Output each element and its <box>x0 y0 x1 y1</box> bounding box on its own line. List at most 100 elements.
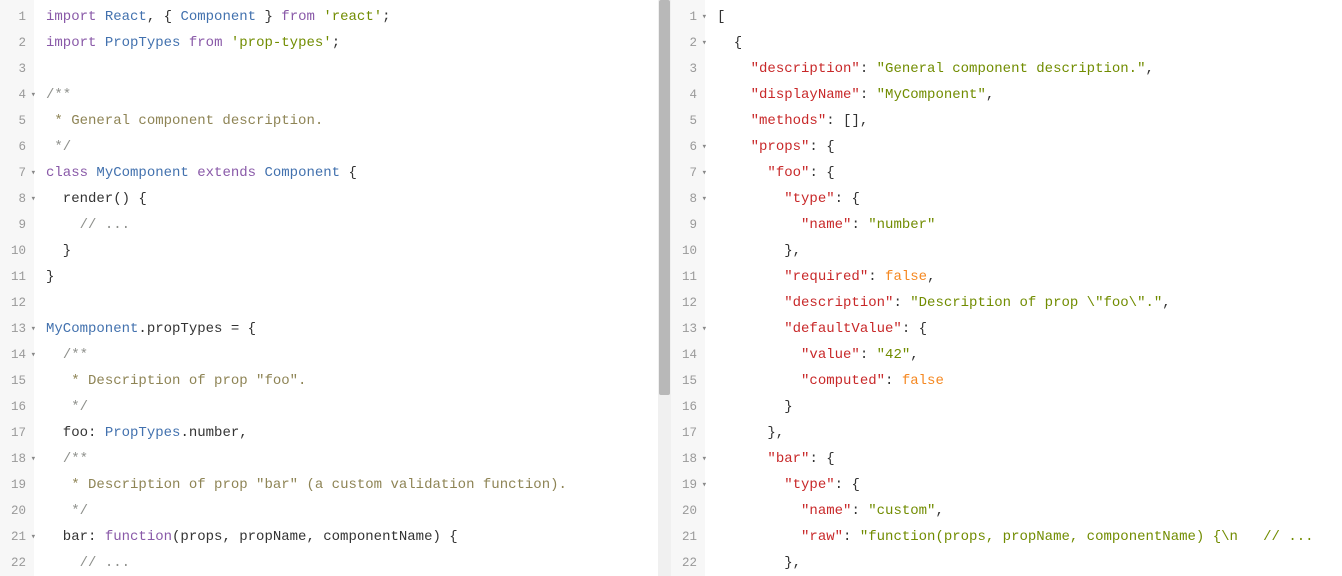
fold-arrow-icon[interactable]: ▾ <box>31 446 36 472</box>
fold-arrow-icon[interactable]: ▾ <box>702 134 707 160</box>
scrollbar-thumb-left[interactable] <box>659 0 670 395</box>
gutter-left: 1234▾567▾8▾910111213▾14▾15161718▾192021▾… <box>0 0 34 576</box>
fold-arrow-icon[interactable]: ▾ <box>702 186 707 212</box>
code-line[interactable]: "name": "number" <box>717 212 1342 238</box>
code-line[interactable]: "value": "42", <box>717 342 1342 368</box>
code-line[interactable]: // ... <box>46 550 658 576</box>
fold-arrow-icon[interactable]: ▾ <box>702 472 707 498</box>
fold-arrow-icon[interactable]: ▾ <box>31 316 36 342</box>
code-line[interactable]: /** <box>46 446 658 472</box>
line-number: 22 <box>4 550 26 576</box>
code-line[interactable]: * General component description. <box>46 108 658 134</box>
line-number: 10 <box>4 238 26 264</box>
code-line[interactable]: bar: function(props, propName, component… <box>46 524 658 550</box>
editor-pane-left: 1234▾567▾8▾910111213▾14▾15161718▾192021▾… <box>0 0 671 576</box>
line-number: 14 <box>675 342 697 368</box>
code-line[interactable]: "name": "custom", <box>717 498 1342 524</box>
line-number: 5 <box>675 108 697 134</box>
line-number: 11 <box>4 264 26 290</box>
scrollbar-left[interactable] <box>658 0 671 576</box>
line-number: 15 <box>675 368 697 394</box>
line-number: 17 <box>675 420 697 446</box>
line-number: 18▾ <box>4 446 26 472</box>
code-line[interactable]: "raw": "function(props, propName, compon… <box>717 524 1342 550</box>
code-line[interactable]: * Description of prop "foo". <box>46 368 658 394</box>
code-line[interactable]: MyComponent.propTypes = { <box>46 316 658 342</box>
code-line[interactable]: } <box>46 238 658 264</box>
line-number: 1 <box>4 4 26 30</box>
line-number: 10 <box>675 238 697 264</box>
line-number: 22 <box>675 550 697 576</box>
code-line[interactable]: { <box>717 30 1342 56</box>
fold-arrow-icon[interactable]: ▾ <box>31 186 36 212</box>
code-line[interactable]: "required": false, <box>717 264 1342 290</box>
line-number: 12 <box>675 290 697 316</box>
line-number: 18▾ <box>675 446 697 472</box>
line-number: 13▾ <box>4 316 26 342</box>
code-line[interactable]: */ <box>46 134 658 160</box>
code-line[interactable]: "type": { <box>717 472 1342 498</box>
code-right[interactable]: [ { "description": "General component de… <box>705 0 1342 576</box>
code-line[interactable]: "displayName": "MyComponent", <box>717 82 1342 108</box>
code-line[interactable]: "foo": { <box>717 160 1342 186</box>
code-line[interactable]: import React, { Component } from 'react'… <box>46 4 658 30</box>
fold-arrow-icon[interactable]: ▾ <box>31 160 36 186</box>
fold-arrow-icon[interactable]: ▾ <box>31 342 36 368</box>
code-line[interactable]: class MyComponent extends Component { <box>46 160 658 186</box>
code-line[interactable]: import PropTypes from 'prop-types'; <box>46 30 658 56</box>
code-line[interactable]: /** <box>46 82 658 108</box>
line-number: 5 <box>4 108 26 134</box>
line-number: 6 <box>4 134 26 160</box>
code-line[interactable]: "computed": false <box>717 368 1342 394</box>
line-number: 21 <box>675 524 697 550</box>
code-line[interactable]: // ... <box>46 212 658 238</box>
code-line[interactable] <box>46 56 658 82</box>
code-line[interactable]: render() { <box>46 186 658 212</box>
code-line[interactable]: "description": "Description of prop \"fo… <box>717 290 1342 316</box>
fold-arrow-icon[interactable]: ▾ <box>702 4 707 30</box>
line-number: 17 <box>4 420 26 446</box>
line-number: 13▾ <box>675 316 697 342</box>
code-line[interactable]: "bar": { <box>717 446 1342 472</box>
code-line[interactable]: "props": { <box>717 134 1342 160</box>
code-line[interactable]: "type": { <box>717 186 1342 212</box>
fold-arrow-icon[interactable]: ▾ <box>31 524 36 550</box>
line-number: 21▾ <box>4 524 26 550</box>
line-number: 4 <box>675 82 697 108</box>
code-line[interactable]: /** <box>46 342 658 368</box>
code-line[interactable]: [ <box>717 4 1342 30</box>
code-line[interactable]: */ <box>46 498 658 524</box>
code-left[interactable]: import React, { Component } from 'react'… <box>34 0 658 576</box>
code-line[interactable] <box>46 290 658 316</box>
line-number: 4▾ <box>4 82 26 108</box>
line-number: 7▾ <box>4 160 26 186</box>
code-line[interactable]: "methods": [], <box>717 108 1342 134</box>
fold-arrow-icon[interactable]: ▾ <box>702 446 707 472</box>
line-number: 3 <box>675 56 697 82</box>
code-line[interactable]: } <box>717 394 1342 420</box>
line-number: 7▾ <box>675 160 697 186</box>
editor-pane-right: 1▾2▾3456▾7▾8▾910111213▾1415161718▾19▾202… <box>671 0 1342 576</box>
code-line[interactable]: } <box>46 264 658 290</box>
code-line[interactable]: */ <box>46 394 658 420</box>
line-number: 12 <box>4 290 26 316</box>
line-number: 8▾ <box>675 186 697 212</box>
line-number: 9 <box>4 212 26 238</box>
line-number: 2▾ <box>675 30 697 56</box>
line-number: 20 <box>675 498 697 524</box>
fold-arrow-icon[interactable]: ▾ <box>702 160 707 186</box>
code-line[interactable]: "defaultValue": { <box>717 316 1342 342</box>
code-line[interactable]: }, <box>717 420 1342 446</box>
line-number: 11 <box>675 264 697 290</box>
line-number: 19▾ <box>675 472 697 498</box>
code-line[interactable]: }, <box>717 550 1342 576</box>
line-number: 8▾ <box>4 186 26 212</box>
line-number: 9 <box>675 212 697 238</box>
code-line[interactable]: "description": "General component descri… <box>717 56 1342 82</box>
fold-arrow-icon[interactable]: ▾ <box>702 316 707 342</box>
fold-arrow-icon[interactable]: ▾ <box>702 30 707 56</box>
code-line[interactable]: foo: PropTypes.number, <box>46 420 658 446</box>
code-line[interactable]: }, <box>717 238 1342 264</box>
code-line[interactable]: * Description of prop "bar" (a custom va… <box>46 472 658 498</box>
fold-arrow-icon[interactable]: ▾ <box>31 82 36 108</box>
